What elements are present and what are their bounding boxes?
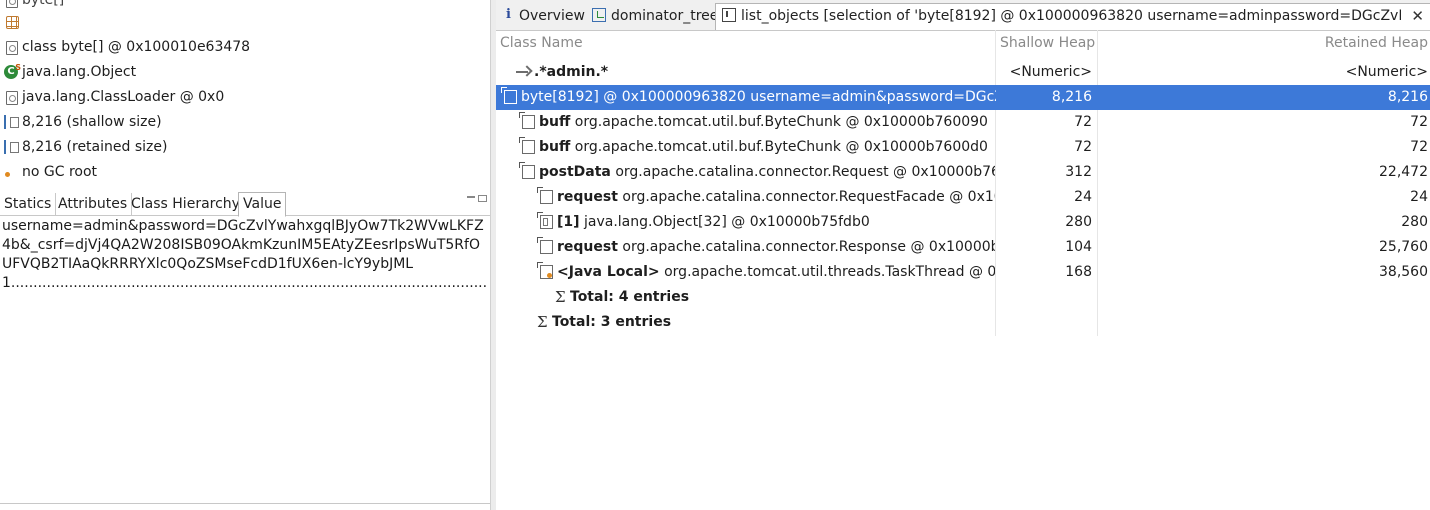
object-ref-icon [537, 187, 553, 204]
sigma-icon: Σ [555, 288, 566, 306]
object-label: org.apache.catalina.connector.Response @… [617, 239, 995, 255]
array-object-icon [537, 212, 553, 229]
object-inspector-panel: byte[] class byte[] @ 0x100010e63478 C j… [0, 0, 490, 510]
shallow-heap-value: 168 [1065, 264, 1092, 280]
size-icon [4, 115, 19, 129]
field-name: <Java Local> [557, 264, 660, 280]
object-ref-icon [537, 237, 553, 254]
shallow-filter-value[interactable]: <Numeric> [1010, 60, 1092, 85]
table-header: Class Name Shallow Heap Retained Heap [496, 31, 1430, 56]
field-name: buff [539, 114, 571, 130]
gc-root-dot-icon [4, 165, 18, 179]
table-row[interactable]: <Java Local> org.apache.tomcat.util.thre… [496, 260, 1430, 285]
shallow-heap-value: 312 [1065, 164, 1092, 180]
field-name: [1] [557, 214, 580, 230]
grid-icon [6, 16, 19, 29]
column-retained-heap[interactable]: Retained Heap [1325, 35, 1428, 51]
close-icon[interactable]: ✕ [1411, 4, 1424, 28]
table-row[interactable]: buff org.apache.tomcat.util.buf.ByteChun… [496, 135, 1430, 160]
retained-heap-value: 280 [1401, 214, 1428, 230]
panel-divider [0, 503, 490, 504]
inspector-shallow-label: 8,216 (shallow size) [22, 114, 162, 130]
tab-class-hierarchy[interactable]: Class Hierarchy [127, 193, 245, 215]
inspector-retained-label: 8,216 (retained size) [22, 139, 168, 155]
editor-area: i Overview dominator_tree list_objects [s… [496, 0, 1430, 510]
object-label: org.apache.catalina.connector.Request @ … [610, 164, 995, 180]
tab-overview[interactable]: i Overview [500, 4, 585, 28]
filter-row[interactable]: .*admin.* <Numeric> <Numeric> [496, 60, 1430, 85]
column-shallow-heap[interactable]: Shallow Heap [1000, 35, 1095, 51]
object-ref-icon [519, 112, 535, 129]
class-file-icon [6, 0, 18, 8]
shallow-heap-value: 280 [1065, 214, 1092, 230]
field-name: buff [539, 139, 571, 155]
minimize-icon[interactable] [467, 196, 475, 204]
object-ref-icon [519, 162, 535, 179]
field-name: request [557, 239, 618, 255]
object-label: byte[8192] @ 0x100000963820 username=adm… [521, 89, 996, 105]
tab-dominator-tree[interactable]: dominator_tree [586, 4, 718, 28]
total-row: Σ Total: 3 entries [496, 310, 1430, 335]
table-row[interactable]: postData org.apache.catalina.connector.R… [496, 160, 1430, 185]
table-row[interactable]: buff org.apache.tomcat.util.buf.ByteChun… [496, 110, 1430, 135]
retained-heap-value: 38,560 [1379, 264, 1428, 280]
retained-heap-value: 25,760 [1379, 239, 1428, 255]
tab-list-objects-label: list_objects [selection of 'byte[8192] @… [741, 8, 1401, 24]
column-class-name[interactable]: Class Name [500, 35, 583, 51]
inspector-superclass-label: java.lang.Object [22, 64, 137, 80]
shallow-heap-value: 8,216 [1051, 89, 1092, 105]
retained-filter-value[interactable]: <Numeric> [1346, 60, 1428, 85]
retained-heap-value: 8,216 [1387, 89, 1428, 105]
regex-filter-value[interactable]: .*admin.* [534, 60, 608, 85]
retained-heap-value: 22,472 [1379, 164, 1428, 180]
table-row[interactable]: [1] java.lang.Object[32] @ 0x10000b75fdb… [496, 210, 1430, 235]
info-icon: i [506, 7, 511, 22]
object-label: org.apache.tomcat.util.buf.ByteChunk @ 0… [570, 139, 988, 155]
total-label: Total: 4 entries [570, 289, 690, 305]
tab-list-objects[interactable]: list_objects [selection of 'byte[8192] @… [715, 3, 1430, 30]
tab-overview-label: Overview [519, 8, 585, 24]
total-label: Total: 3 entries [552, 314, 672, 330]
dominator-tree-icon [592, 8, 606, 22]
field-name: postData [539, 164, 611, 180]
inspector-gcroot-label: no GC root [22, 164, 98, 180]
object-ref-icon [519, 137, 535, 154]
shallow-heap-value: 72 [1074, 139, 1092, 155]
inspector-type-label: byte[] [22, 0, 65, 8]
class-icon: C [4, 61, 21, 79]
maximize-icon[interactable] [478, 195, 487, 202]
retained-heap-value: 72 [1410, 114, 1428, 130]
array-object-icon [501, 87, 517, 104]
shallow-heap-value: 24 [1074, 189, 1092, 205]
class-file-icon [6, 91, 18, 105]
object-label: org.apache.tomcat.util.threads.TaskThrea… [664, 264, 995, 280]
total-row: Σ Total: 4 entries [496, 285, 1430, 310]
table-row[interactable]: byte[8192] @ 0x100000963820 username=adm… [496, 85, 1430, 110]
table-row[interactable]: request org.apache.catalina.connector.Re… [496, 185, 1430, 210]
inspector-classloader-label: java.lang.ClassLoader @ 0x0 [22, 89, 225, 105]
value-text-area[interactable]: username=admin&password=DGcZvlYwahxgqlBJ… [2, 217, 487, 427]
tab-dominator-tree-label: dominator_tree [611, 8, 719, 24]
sigma-icon: Σ [537, 313, 548, 331]
size-icon [4, 140, 19, 154]
regex-filter-icon [516, 66, 532, 78]
shallow-heap-value: 72 [1074, 114, 1092, 130]
tab-attributes[interactable]: Attributes [54, 193, 133, 215]
retained-heap-value: 72 [1410, 139, 1428, 155]
field-name: request [557, 189, 618, 205]
inspector-tabbar: Statics Attributes Class Hierarchy Value [0, 192, 490, 217]
object-label: org.apache.tomcat.util.buf.ByteChunk @ 0… [570, 114, 988, 130]
retained-heap-value: 24 [1410, 189, 1428, 205]
table-row[interactable]: request org.apache.catalina.connector.Re… [496, 235, 1430, 260]
inspector-class-label: class byte[] @ 0x100010e63478 [22, 39, 251, 55]
editor-tabbar: i Overview dominator_tree list_objects [s… [496, 0, 1430, 31]
list-objects-icon [722, 8, 736, 22]
object-label: java.lang.Object[32] @ 0x10000b75fdb0 [579, 214, 870, 230]
class-file-icon [6, 41, 18, 55]
tab-statics[interactable]: Statics [0, 193, 57, 215]
shallow-heap-value: 104 [1065, 239, 1092, 255]
java-local-icon [537, 262, 553, 279]
tab-value[interactable]: Value [238, 192, 287, 217]
object-label: org.apache.catalina.connector.RequestFac… [622, 189, 995, 205]
